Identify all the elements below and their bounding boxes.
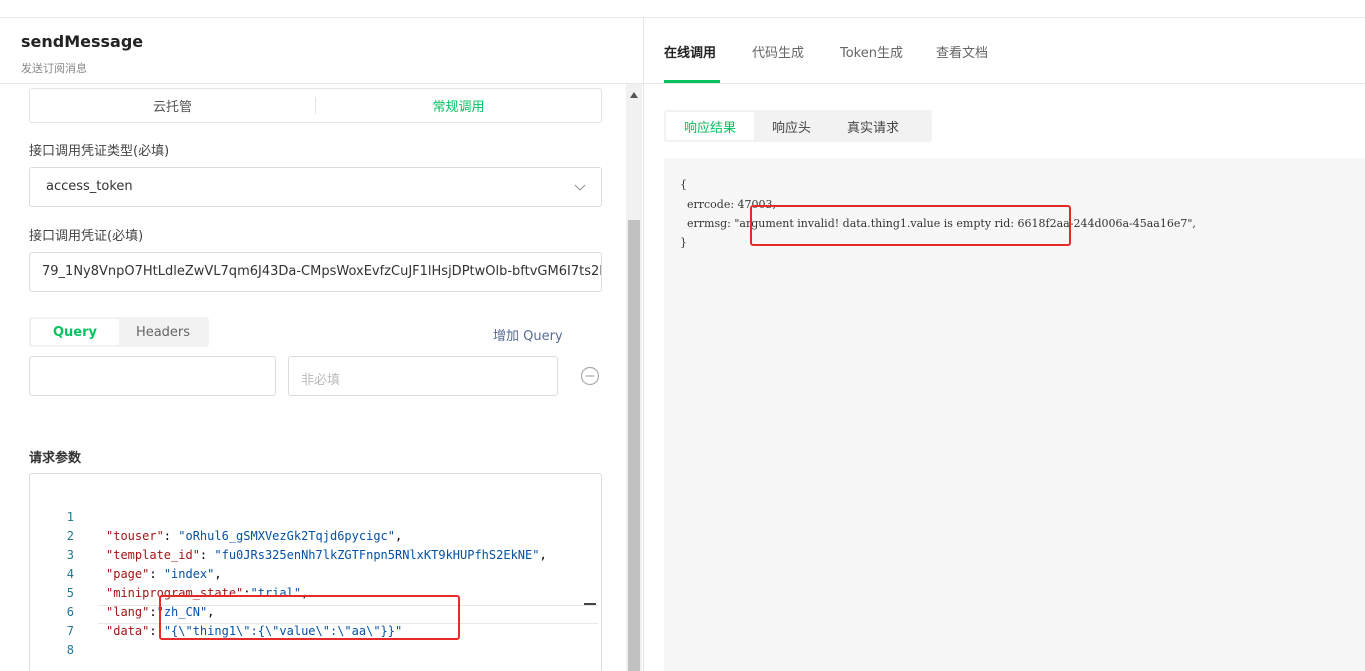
code-token-end: , [207, 605, 215, 619]
query-key-input[interactable] [29, 356, 276, 396]
api-header: sendMessage 发送订阅消息 [0, 18, 643, 84]
response-panel: 在线调用 代码生成 Token生成 查看文档 响应结果 响应头 真实请求 { e… [644, 18, 1365, 671]
line-number: 6 [66, 605, 74, 619]
code-token-key: "page" [106, 567, 150, 581]
code-token-end: , [214, 567, 222, 581]
code-token-key: "lang" [106, 605, 150, 619]
chevron-down-icon [574, 184, 586, 191]
line-number: 2 [66, 529, 74, 543]
response-body: { errcode: 47003, errmsg: "argument inva… [664, 158, 1365, 671]
response-line: errmsg: "argument invalid! data.thing1.v… [680, 217, 1196, 230]
response-line: errcode: 47003, [680, 198, 777, 211]
response-line: } [680, 236, 687, 249]
tab-response-headers[interactable]: 响应头 [754, 112, 829, 140]
code-line: "touser": "oRhul6_gSMXVezGk2Tqjd6pycigc"… [106, 529, 402, 543]
code-token-val: "fu0JRs325enNh7lkZGTFnpn5RNlxKT9kHUPfhS2… [214, 548, 540, 562]
api-name: sendMessage [21, 32, 144, 51]
line-number: 7 [66, 624, 74, 638]
code-line: "template_id": "fu0JRs325enNh7lkZGTFnpn5… [106, 548, 547, 562]
credential-input[interactable]: 79_1Ny8VnpO7HtLdleZwVL7qm6J43Da-CMpsWoxE… [29, 252, 602, 292]
code-token-key: "template_id" [106, 548, 200, 562]
code-token-val: "{\"thing1\":{\"value\":\"aa\"}}" [163, 624, 403, 638]
env-option-regular[interactable]: 常规调用 [316, 89, 601, 122]
tab-token-gen[interactable]: Token生成 [840, 42, 903, 61]
code-token-key: "miniprogram_state" [106, 586, 244, 600]
code-token-val: "zh_CN" [156, 605, 208, 619]
code-line: "miniprogram_state":"trial", [106, 586, 308, 600]
left-scrollbar-thumb[interactable] [628, 220, 640, 671]
editor-overview-mark [584, 603, 596, 605]
code-line: "page": "index", [106, 567, 222, 581]
code-token-sep: : [243, 586, 251, 600]
request-panel: sendMessage 发送订阅消息 云托管 常规调用 接口调用凭证类型(必填)… [0, 18, 644, 671]
code-token-end: , [301, 586, 309, 600]
tab-online-call[interactable]: 在线调用 [664, 42, 716, 61]
code-token-sep: : [149, 605, 157, 619]
line-number: 1 [66, 510, 74, 524]
tab-response-result[interactable]: 响应结果 [666, 112, 755, 140]
code-token-sep: : [149, 624, 164, 638]
code-token-key: "data" [106, 624, 150, 638]
code-token-end: , [539, 548, 547, 562]
api-description: 发送订阅消息 [21, 62, 87, 75]
code-line: "data": "{\"thing1\":{\"value\":\"aa\"}}… [106, 624, 402, 638]
active-tab-underline [664, 80, 720, 83]
line-number: 3 [66, 548, 74, 562]
code-token-sep: : [149, 567, 164, 581]
tab-query[interactable]: Query [31, 319, 119, 345]
line-number: 8 [66, 643, 74, 657]
result-tabs: 响应结果 响应头 真实请求 [664, 110, 932, 142]
credential-value: 79_1Ny8VnpO7HtLdleZwVL7qm6J43Da-CMpsWoxE… [42, 264, 602, 279]
top-bar [0, 0, 1365, 18]
credential-type-value: access_token [46, 179, 133, 194]
response-line: { [680, 178, 687, 191]
code-token-end: , [395, 529, 403, 543]
add-query-button[interactable]: 增加 Query [493, 325, 563, 344]
code-token-key: "touser" [106, 529, 164, 543]
code-token-sep: : [163, 529, 179, 543]
line-number: 4 [66, 567, 74, 581]
credential-label: 接口调用凭证(必填) [29, 229, 144, 244]
request-params-editor[interactable]: 1 2 "touser": "oRhul6_gSMXVezGk2Tqjd6pycig… [29, 473, 602, 671]
env-option-cloudbase[interactable]: 云托管 [30, 89, 315, 122]
code-token-val: "oRhul6_gSMXVezGk2Tqjd6pycigc" [178, 529, 395, 543]
code-token-val: "trial" [250, 586, 302, 600]
request-params-title: 请求参数 [29, 451, 82, 466]
line-number: 5 [66, 586, 74, 600]
query-value-input[interactable]: 非必填 [288, 356, 558, 396]
code-token-val: "index" [163, 567, 215, 581]
scroll-up-arrow-icon[interactable] [630, 92, 638, 98]
minus-circle-icon[interactable] [580, 366, 600, 386]
right-tabs: 在线调用 代码生成 Token生成 查看文档 [644, 18, 1365, 84]
query-value-placeholder: 非必填 [301, 373, 341, 388]
credential-type-label: 接口调用凭证类型(必填) [29, 144, 170, 159]
tab-real-request[interactable]: 真实请求 [829, 112, 917, 140]
tab-view-docs[interactable]: 查看文档 [936, 42, 988, 61]
env-switch: 云托管 常规调用 [29, 88, 602, 123]
params-tabs: Query Headers [29, 317, 209, 347]
tab-headers[interactable]: Headers [119, 319, 207, 345]
tab-code-gen[interactable]: 代码生成 [752, 42, 804, 61]
code-token-sep: : [199, 548, 215, 562]
credential-type-select[interactable]: access_token [29, 167, 602, 207]
code-line: "lang":"zh_CN", [106, 605, 214, 619]
